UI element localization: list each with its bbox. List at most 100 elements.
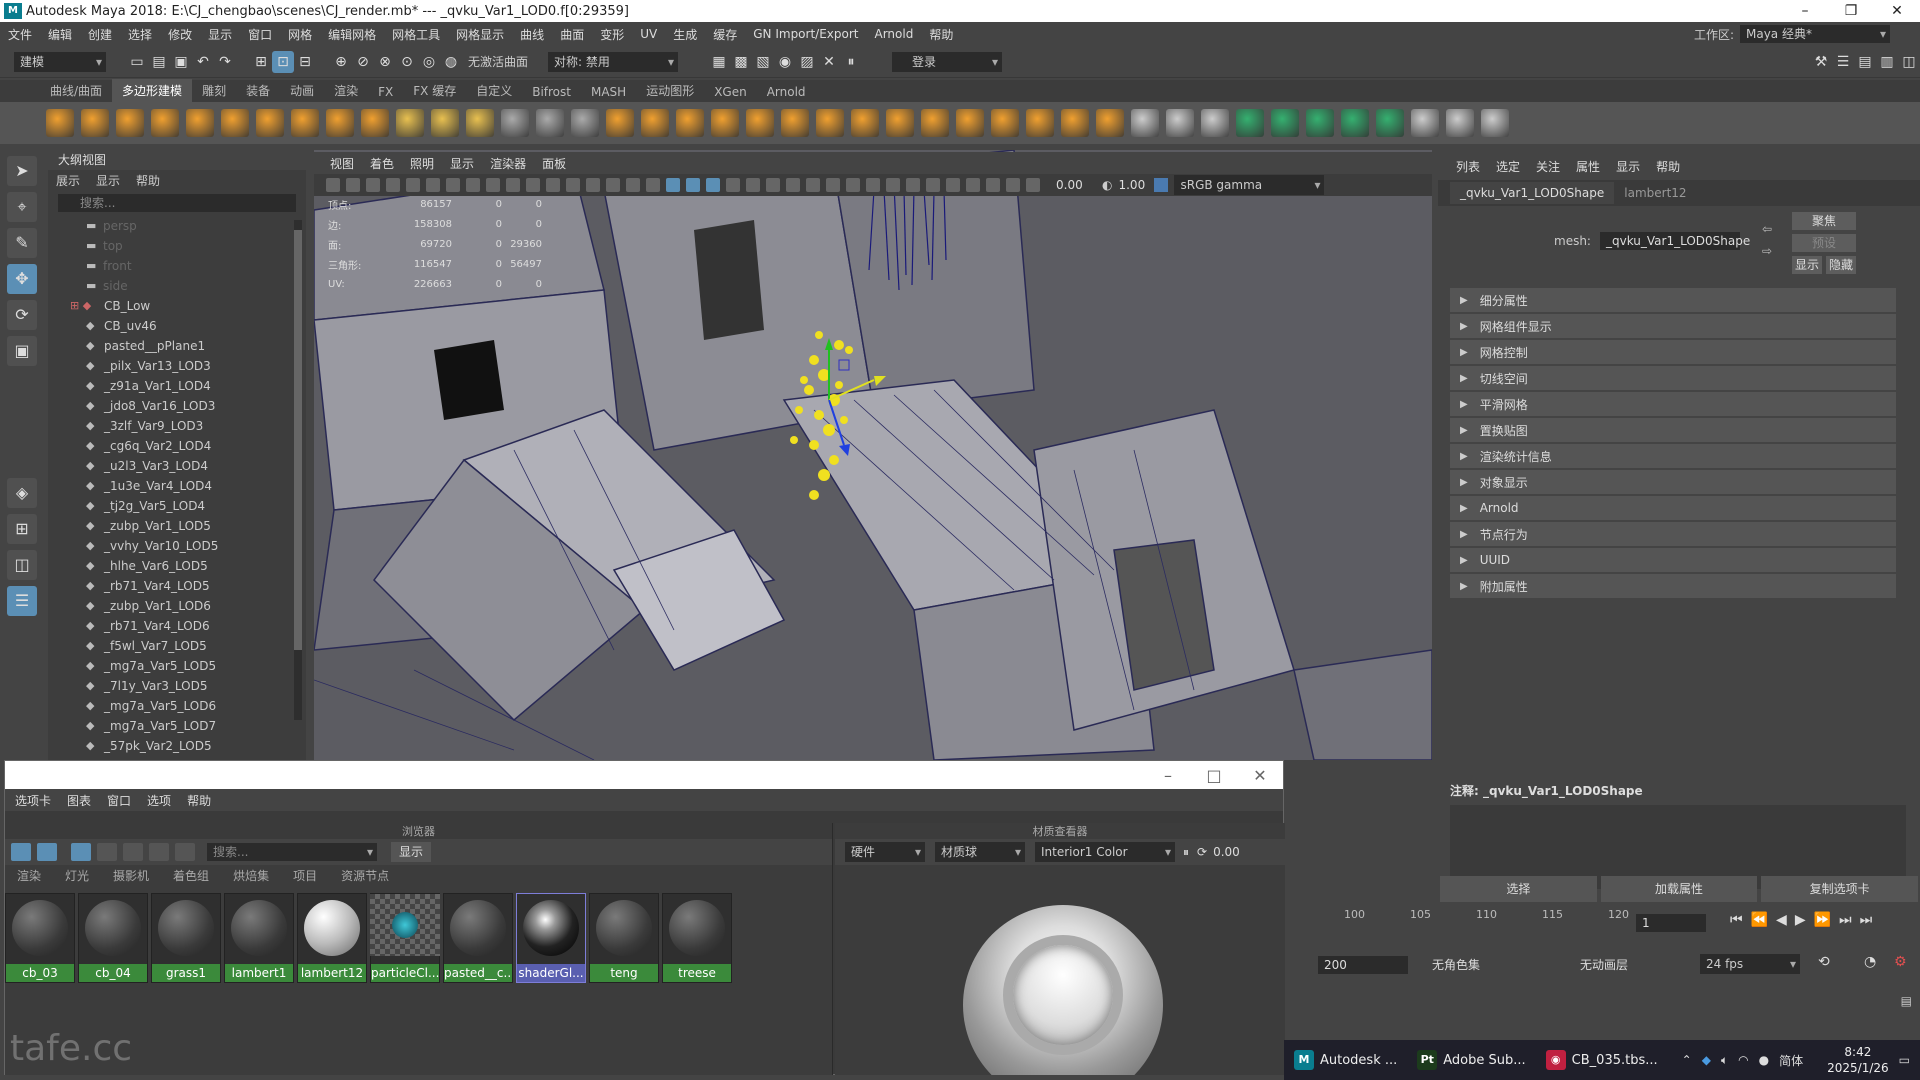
tray-up-icon[interactable]: ⌃ [1682,1053,1692,1067]
shelf-tool-41-icon[interactable] [1446,109,1474,137]
outliner-scrollbar[interactable] [294,220,302,720]
scale-tool-icon[interactable]: ▣ [7,336,37,366]
mesh-name-field[interactable]: _qvku_Var1_LOD0Shape [1600,232,1750,250]
viewport-tool-6-icon[interactable] [426,178,440,192]
anim-layer-select[interactable]: 无动画层 [1580,956,1628,973]
cat-asset-nodes[interactable]: 资源节点 [329,867,401,884]
outliner-item[interactable]: ◆ _rb71_Var4_LOD6 [48,616,306,636]
viewport-tool-14-icon[interactable] [586,178,600,192]
shelf-tool-40-icon[interactable] [1411,109,1439,137]
shelf-tool-29-icon[interactable] [1026,109,1054,137]
outliner-camera-item[interactable]: ▬ front [48,256,306,276]
shelf-tool-2-icon[interactable] [81,109,109,137]
cat-shading-groups[interactable]: 着色组 [161,867,221,884]
browser-tool-1-icon[interactable] [11,843,31,861]
step-forward-key-icon[interactable]: ⏭ [1839,912,1852,928]
render-settings-icon[interactable]: ▧ [752,51,774,73]
outliner-camera-item[interactable]: ▬ persp [48,216,306,236]
shelf-tool-23-icon[interactable] [816,109,844,137]
viewport-tool-32-icon[interactable] [946,178,960,192]
shelf-tool-4-icon[interactable] [151,109,179,137]
taskbar-app[interactable]: Pt Adobe Sub... [1407,1040,1535,1080]
loop-icon[interactable]: ⟲ [1818,954,1830,970]
workspace-select[interactable]: Maya 经典* [1740,25,1890,43]
material-swatch[interactable]: lambert1 [224,893,294,983]
tray-network-icon[interactable]: ◠ [1738,1053,1748,1067]
node-focus-icon[interactable]: ⇦ [1762,222,1772,236]
hyper-menu-tabs[interactable]: 选项卡 [7,792,59,809]
select-object-icon[interactable]: ⊡ [272,50,294,73]
outliner-item[interactable]: ◆ _vvhy_Var10_LOD5 [48,536,306,556]
cat-rendering[interactable]: 渲染 [5,867,53,884]
four-view-icon[interactable]: ⊞ [7,514,37,544]
shelf-tool-18-icon[interactable] [641,109,669,137]
move-tool-icon[interactable]: ✥ [7,264,37,294]
viewport-tool-2-icon[interactable] [346,178,360,192]
current-frame-field[interactable]: 1 [1636,914,1706,932]
viewport-tool-28-icon[interactable] [866,178,880,192]
outliner-camera-item[interactable]: ▬ top [48,236,306,256]
shelf-tab-rendering[interactable]: 渲染 [324,79,368,102]
outliner-item[interactable]: ◆ _rb71_Var4_LOD5 [48,576,306,596]
colorspace-select[interactable]: sRGB gamma [1174,175,1325,195]
viewport-tool-15-icon[interactable] [606,178,620,192]
hide-button[interactable]: 隐藏 [1826,256,1856,274]
outliner-item[interactable]: ◆ _zubp_Var1_LOD6 [48,596,306,616]
attr-section[interactable]: ▶ UUID [1450,548,1896,572]
shelf-tab-sculpting[interactable]: 雕刻 [192,79,236,102]
exposure-value[interactable]: 0.00 [1056,178,1096,192]
pause-icon[interactable]: ⏸ [840,51,862,73]
restore-icon[interactable]: ❐ [1828,3,1874,19]
shelf-tool-14-icon[interactable] [501,109,529,137]
shelf-tool-12-icon[interactable] [431,109,459,137]
lasso-tool-icon[interactable]: ⌖ [7,192,37,222]
viewport-tool-5-icon[interactable] [406,178,420,192]
outliner-item[interactable]: ⊞ ◆ CB_Low [48,296,306,316]
render-view-icon[interactable]: ▨ [796,51,818,73]
attr-section[interactable]: ▶ 渲染统计信息 [1450,444,1896,468]
end-frame-field[interactable]: 200 [1318,956,1408,974]
outliner-item[interactable]: ◆ _1u3e_Var4_LOD4 [48,476,306,496]
material-swatch[interactable]: cb_04 [78,893,148,983]
shelf-tab-mash[interactable]: MASH [581,82,636,102]
viewport-tool-8-icon[interactable] [466,178,480,192]
attr-tab-material[interactable]: lambert12 [1614,182,1696,204]
vp-menu-view[interactable]: 视图 [322,155,362,172]
shelf-tool-20-icon[interactable] [711,109,739,137]
menu-gn-import-export[interactable]: GN Import/Export [745,27,866,41]
attr-section[interactable]: ▶ Arnold [1450,496,1896,520]
tray-mic-icon[interactable]: ● [1759,1053,1769,1067]
shelf-tool-36-icon[interactable] [1271,109,1299,137]
shelf-tool-9-icon[interactable] [326,109,354,137]
layout-icon[interactable]: ◫ [1898,51,1920,73]
shelf-tool-19-icon[interactable] [676,109,704,137]
shelf-tool-22-icon[interactable] [781,109,809,137]
shelf-tool-16-icon[interactable] [571,109,599,137]
attr-tab-shape[interactable]: _qvku_Var1_LOD0Shape [1450,182,1615,204]
menu-set-select[interactable]: 建模 [14,51,106,72]
shelf-tool-10-icon[interactable] [361,109,389,137]
hyper-maximize-icon[interactable]: □ [1191,766,1237,785]
vp-menu-lighting[interactable]: 照明 [402,155,442,172]
ime-indicator[interactable]: 简体 [1779,1052,1803,1069]
shelf-tool-35-icon[interactable] [1236,109,1264,137]
viewport-tool-31-icon[interactable] [926,178,940,192]
shelf-tool-15-icon[interactable] [536,109,564,137]
modeling-toolkit-icon[interactable]: ⚒ [1810,51,1832,73]
shelf-tab-polygon-modeling[interactable]: 多边形建模 [112,79,193,102]
shelf-tool-11-icon[interactable] [396,109,424,137]
viewport-tool-13-icon[interactable] [566,178,580,192]
attr-section[interactable]: ▶ 附加属性 [1450,574,1896,598]
shelf-tool-17-icon[interactable] [606,109,634,137]
cat-projects[interactable]: 项目 [281,867,329,884]
material-swatch[interactable]: lambert12 [297,893,367,983]
paint-select-icon[interactable]: ✎ [7,228,37,258]
outliner-item[interactable]: ◆ _pilx_Var13_LOD3 [48,356,306,376]
shelf-tool-21-icon[interactable] [746,109,774,137]
render-frame-icon[interactable]: ▦ [708,51,730,73]
viewport-tool-1-icon[interactable] [326,178,340,192]
viewport-tool-27-icon[interactable] [846,178,860,192]
script-editor-icon[interactable]: ▤ [1901,994,1912,1008]
outliner-item[interactable]: ◆ _mg7a_Var5_LOD7 [48,716,306,736]
save-scene-icon[interactable]: ▣ [170,51,192,73]
